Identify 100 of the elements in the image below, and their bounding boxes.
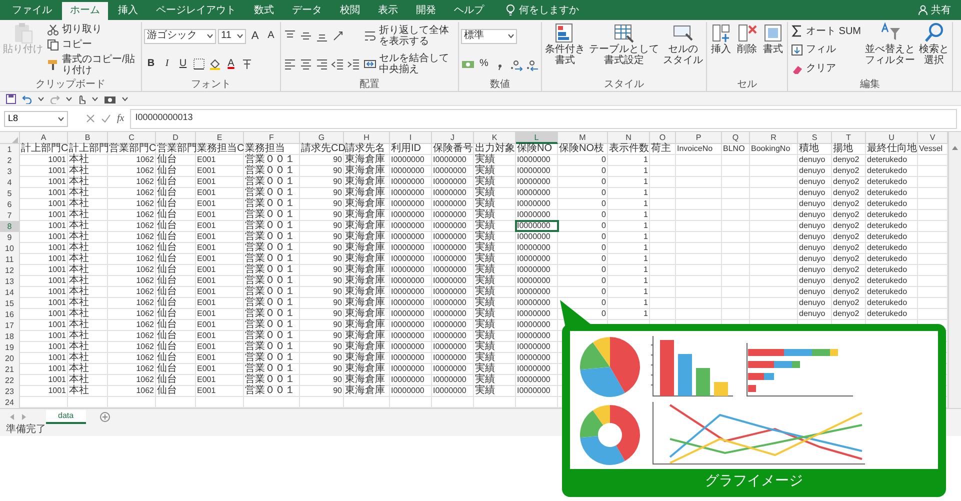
column-header[interactable]: D	[156, 132, 196, 144]
formula-field[interactable]: I00000000013	[130, 108, 957, 128]
column-header[interactable]: C	[108, 132, 156, 144]
row-header[interactable]: 19	[0, 342, 20, 353]
format-button[interactable]: A	[248, 29, 262, 44]
decrease-indent-icon[interactable]	[331, 57, 345, 71]
ribbon-button[interactable]: テーブルとして 書式設定	[588, 22, 660, 78]
dropdown-field[interactable]: 游ゴシック	[144, 28, 216, 44]
ribbon-tab[interactable]: ファイル	[4, 2, 60, 20]
ribbon-button[interactable]: コピー	[46, 38, 139, 51]
table-cell: I0000000	[432, 177, 474, 187]
row-header[interactable]: 17	[0, 320, 20, 331]
format-button[interactable]: %	[477, 57, 491, 72]
row-header[interactable]: 20	[0, 353, 20, 364]
row-header[interactable]: 18	[0, 331, 20, 342]
format-button[interactable]: U	[176, 57, 190, 72]
selected-cell[interactable]: I0000000	[516, 221, 558, 231]
column-header[interactable]: H	[344, 132, 390, 144]
column-header[interactable]: Q	[722, 132, 750, 144]
tell-me-button[interactable]: 何をしますか	[502, 2, 583, 18]
align-center-icon[interactable]	[299, 57, 313, 71]
dropdown-field[interactable]: 11	[218, 28, 246, 44]
row-header[interactable]: 7	[0, 210, 20, 221]
column-header[interactable]: A	[20, 132, 68, 144]
column-header[interactable]: N	[608, 132, 650, 144]
row-header[interactable]: 16	[0, 309, 20, 320]
orientation-icon[interactable]	[331, 29, 345, 43]
format-button[interactable]: A	[264, 29, 278, 44]
row-header[interactable]: 15	[0, 298, 20, 309]
column-header[interactable]: L	[516, 132, 558, 144]
phonetic-guide-icon[interactable]	[240, 57, 254, 72]
row-header[interactable]: 11	[0, 254, 20, 265]
format-button[interactable]: B	[144, 57, 158, 72]
column-header[interactable]: J	[432, 132, 474, 144]
column-header[interactable]: T	[832, 132, 866, 144]
row-header[interactable]: 23	[0, 386, 20, 397]
ribbon-button[interactable]: セルを結合して中央揃え	[363, 53, 456, 75]
ribbon-button[interactable]: クリア	[790, 62, 862, 75]
ribbon-tab[interactable]: ヘルプ	[446, 2, 492, 20]
ribbon-tab[interactable]: 表示	[370, 2, 406, 20]
ribbon-tab[interactable]: 開発	[408, 2, 444, 20]
row-header[interactable]: 21	[0, 364, 20, 375]
increase-indent-icon[interactable]	[347, 57, 361, 71]
ribbon-button[interactable]: 並べ替えと フィルター	[864, 22, 916, 78]
border-icon[interactable]	[192, 57, 206, 72]
ribbon-tab[interactable]: ホーム	[62, 2, 108, 20]
ribbon-button[interactable]: フィル	[790, 44, 862, 56]
name-box[interactable]: L8	[4, 110, 68, 126]
row-header[interactable]: 1	[0, 144, 20, 155]
row-header[interactable]: 9	[0, 232, 20, 243]
row-header[interactable]: 6	[0, 199, 20, 210]
row-header[interactable]: 2	[0, 155, 20, 166]
ribbon-button[interactable]: 条件付き 書式	[544, 22, 586, 78]
chart-bar	[748, 385, 756, 392]
format-button[interactable]: I	[160, 57, 174, 72]
column-header[interactable]: O	[650, 132, 676, 144]
ribbon-button[interactable]: セルの スタイル	[662, 22, 704, 78]
column-header[interactable]: R	[750, 132, 798, 144]
paint-bucket-icon[interactable]	[208, 57, 222, 72]
row-header[interactable]: 12	[0, 265, 20, 276]
ribbon-button[interactable]: 切り取り	[46, 24, 139, 36]
ribbon-tab[interactable]: 挿入	[110, 2, 146, 20]
column-header[interactable]: U	[866, 132, 918, 144]
ribbon-tab[interactable]: ページレイアウト	[148, 2, 244, 20]
column-header[interactable]: F	[244, 132, 300, 144]
ribbon-button[interactable]: 書式のコピー/貼り付け	[46, 54, 139, 76]
row-header[interactable]: 5	[0, 188, 20, 199]
row-header[interactable]: 10	[0, 243, 20, 254]
align-right-icon[interactable]	[315, 57, 329, 71]
row-header[interactable]: 8	[0, 221, 20, 232]
ribbon-button[interactable]: 挿入	[709, 22, 733, 78]
dropdown-field[interactable]: 標準	[461, 28, 517, 44]
column-header[interactable]: E	[196, 132, 244, 144]
table-cell: I0000000	[390, 155, 432, 165]
ribbon-button[interactable]: 折り返して全体を表示する	[363, 25, 456, 47]
row-header[interactable]: 3	[0, 166, 20, 177]
column-header[interactable]: B	[68, 132, 108, 144]
sheet-tab[interactable]: data	[46, 410, 86, 424]
ribbon-button[interactable]: 削除	[735, 22, 759, 78]
ribbon-button[interactable]: 検索と 選択	[918, 22, 950, 78]
column-header[interactable]: M	[558, 132, 608, 144]
column-header[interactable]: G	[300, 132, 344, 144]
row-header[interactable]: 14	[0, 287, 20, 298]
ribbon-button[interactable]: 書式	[761, 22, 785, 78]
share-button[interactable]: 共有	[912, 2, 957, 18]
row-header[interactable]: 24	[0, 397, 20, 408]
ribbon-tab[interactable]: 校閲	[332, 2, 368, 20]
column-header[interactable]: I	[390, 132, 432, 144]
ribbon-tab[interactable]: 数式	[246, 2, 282, 20]
add-sheet-icon[interactable]	[100, 412, 110, 422]
row-header[interactable]: 22	[0, 375, 20, 386]
format-button[interactable]: A	[224, 57, 238, 72]
ribbon-button[interactable]: オート SUM	[790, 25, 862, 38]
row-header[interactable]: 13	[0, 276, 20, 287]
align-left-icon[interactable]	[283, 57, 297, 71]
row-header[interactable]: 4	[0, 177, 20, 188]
column-header[interactable]: S	[798, 132, 832, 144]
vertical-scrollbar[interactable]	[948, 132, 961, 408]
column-header[interactable]: P	[676, 132, 722, 144]
ribbon-tab[interactable]: データ	[284, 2, 330, 20]
